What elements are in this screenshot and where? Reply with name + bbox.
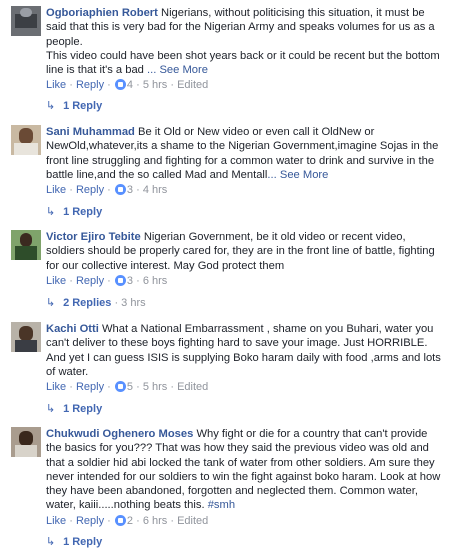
replies-link[interactable]: 1 Reply xyxy=(63,206,102,218)
separator: · xyxy=(69,381,73,394)
comment-text: Sani Muhammad Be it Old or New video or … xyxy=(46,125,446,182)
avatar[interactable] xyxy=(11,230,41,260)
separator: · xyxy=(69,274,73,287)
like-button[interactable]: Like xyxy=(46,381,66,393)
view-replies[interactable]: ↳ 1 Reply xyxy=(46,402,102,416)
comment-text: Ogboriaphien Robert Nigerians, without p… xyxy=(46,6,446,77)
separator: · xyxy=(136,79,140,92)
avatar[interactable] xyxy=(11,125,41,155)
replies-link[interactable]: 1 Reply xyxy=(63,536,102,548)
comment-actions: Like · Reply · 2 · 6 hrs · Edited xyxy=(46,514,446,528)
separator: · xyxy=(136,184,140,197)
like-reaction-icon[interactable] xyxy=(114,514,126,526)
comment-body: What a National Embarrassment , shame on… xyxy=(46,323,441,378)
view-replies[interactable]: ↳ 1 Reply xyxy=(46,99,102,113)
timestamp[interactable]: 5 hrs xyxy=(143,381,167,393)
view-replies[interactable]: ↳ 1 Reply xyxy=(46,535,102,549)
comment-content: Chukwudi Oghenero Moses Why fight or die… xyxy=(46,427,446,528)
comment-actions: Like · Reply · 3 · 4 hrs xyxy=(46,183,446,197)
comment-content: Victor Ejiro Tebite Nigerian Government,… xyxy=(46,230,446,288)
comment-actions: Like · Reply · 5 · 5 hrs · Edited xyxy=(46,380,446,394)
separator: · xyxy=(107,381,111,394)
see-more-link[interactable]: ... See More xyxy=(267,169,328,181)
timestamp[interactable]: 5 hrs xyxy=(143,79,167,91)
separator: · xyxy=(107,274,111,287)
reply-arrow-icon: ↳ xyxy=(46,536,56,548)
avatar[interactable] xyxy=(11,322,41,352)
comment-author[interactable]: Ogboriaphien Robert xyxy=(46,7,158,19)
reply-arrow-icon: ↳ xyxy=(46,206,56,218)
timestamp[interactable]: 6 hrs xyxy=(143,275,167,287)
comment-actions: Like · Reply · 3 · 6 hrs xyxy=(46,274,446,288)
avatar[interactable] xyxy=(11,427,41,457)
comment-content: Kachi Otti What a National Embarrassment… xyxy=(46,322,446,394)
separator: · xyxy=(69,184,73,197)
comment-body: Why fight or die for a country that can'… xyxy=(46,428,441,512)
reply-button[interactable]: Reply xyxy=(76,184,104,196)
reply-arrow-icon: ↳ xyxy=(46,403,56,415)
separator: · xyxy=(69,79,73,92)
like-button[interactable]: Like xyxy=(46,184,66,196)
like-reaction-icon[interactable] xyxy=(114,184,126,196)
reply-arrow-icon: ↳ xyxy=(46,297,56,309)
separator: · xyxy=(170,79,175,92)
reply-arrow-icon: ↳ xyxy=(46,100,56,112)
like-button[interactable]: Like xyxy=(46,79,66,91)
view-replies[interactable]: ↳ 1 Reply xyxy=(46,205,102,219)
separator: · xyxy=(136,514,140,527)
replies-link[interactable]: 1 Reply xyxy=(63,403,102,415)
like-button[interactable]: Like xyxy=(46,275,66,287)
comment-author[interactable]: Kachi Otti xyxy=(46,323,99,335)
separator: · xyxy=(69,514,73,527)
comment-content: Ogboriaphien Robert Nigerians, without p… xyxy=(46,6,446,92)
comment-text: Chukwudi Oghenero Moses Why fight or die… xyxy=(46,427,446,513)
separator: · xyxy=(107,79,111,92)
edited-label[interactable]: Edited xyxy=(177,381,208,393)
timestamp[interactable]: 6 hrs xyxy=(143,515,167,527)
hashtag-link[interactable]: #smh xyxy=(208,499,235,511)
comment-author[interactable]: Sani Muhammad xyxy=(46,126,135,138)
like-reaction-icon[interactable] xyxy=(114,274,126,286)
separator: · xyxy=(136,274,140,287)
like-reaction-icon[interactable] xyxy=(114,381,126,393)
reaction-count[interactable]: 4 xyxy=(127,79,133,91)
reaction-count[interactable]: 3 xyxy=(127,184,133,196)
replies-timestamp[interactable]: 3 hrs xyxy=(121,297,145,309)
timestamp[interactable]: 4 hrs xyxy=(143,184,167,196)
separator: · xyxy=(114,297,119,309)
like-button[interactable]: Like xyxy=(46,515,66,527)
comment-text: Victor Ejiro Tebite Nigerian Government,… xyxy=(46,230,446,273)
replies-link[interactable]: 1 Reply xyxy=(63,100,102,112)
comment-text: Kachi Otti What a National Embarrassment… xyxy=(46,322,446,379)
separator: · xyxy=(170,381,175,394)
comment-actions: Like · Reply · 4 · 5 hrs · Edited xyxy=(46,78,446,92)
edited-label[interactable]: Edited xyxy=(177,79,208,91)
reaction-count[interactable]: 2 xyxy=(127,515,133,527)
like-reaction-icon[interactable] xyxy=(114,79,126,91)
see-more-link[interactable]: ... See More xyxy=(147,64,208,76)
view-replies[interactable]: ↳ 2 Replies · 3 hrs xyxy=(46,296,146,310)
comment-author[interactable]: Chukwudi Oghenero Moses xyxy=(46,428,193,440)
comment-author[interactable]: Victor Ejiro Tebite xyxy=(46,231,141,243)
separator: · xyxy=(107,514,111,527)
comment-content: Sani Muhammad Be it Old or New video or … xyxy=(46,125,446,197)
separator: · xyxy=(107,184,111,197)
reply-button[interactable]: Reply xyxy=(76,381,104,393)
reply-button[interactable]: Reply xyxy=(76,79,104,91)
separator: · xyxy=(136,381,140,394)
edited-label[interactable]: Edited xyxy=(177,515,208,527)
comment-body-continued: This video could have been shot years ba… xyxy=(46,49,440,77)
reaction-count[interactable]: 3 xyxy=(127,275,133,287)
replies-link[interactable]: 2 Replies xyxy=(63,297,111,309)
reaction-count[interactable]: 5 xyxy=(127,381,133,393)
reply-button[interactable]: Reply xyxy=(76,515,104,527)
reply-button[interactable]: Reply xyxy=(76,275,104,287)
avatar[interactable] xyxy=(11,6,41,36)
separator: · xyxy=(170,514,175,527)
